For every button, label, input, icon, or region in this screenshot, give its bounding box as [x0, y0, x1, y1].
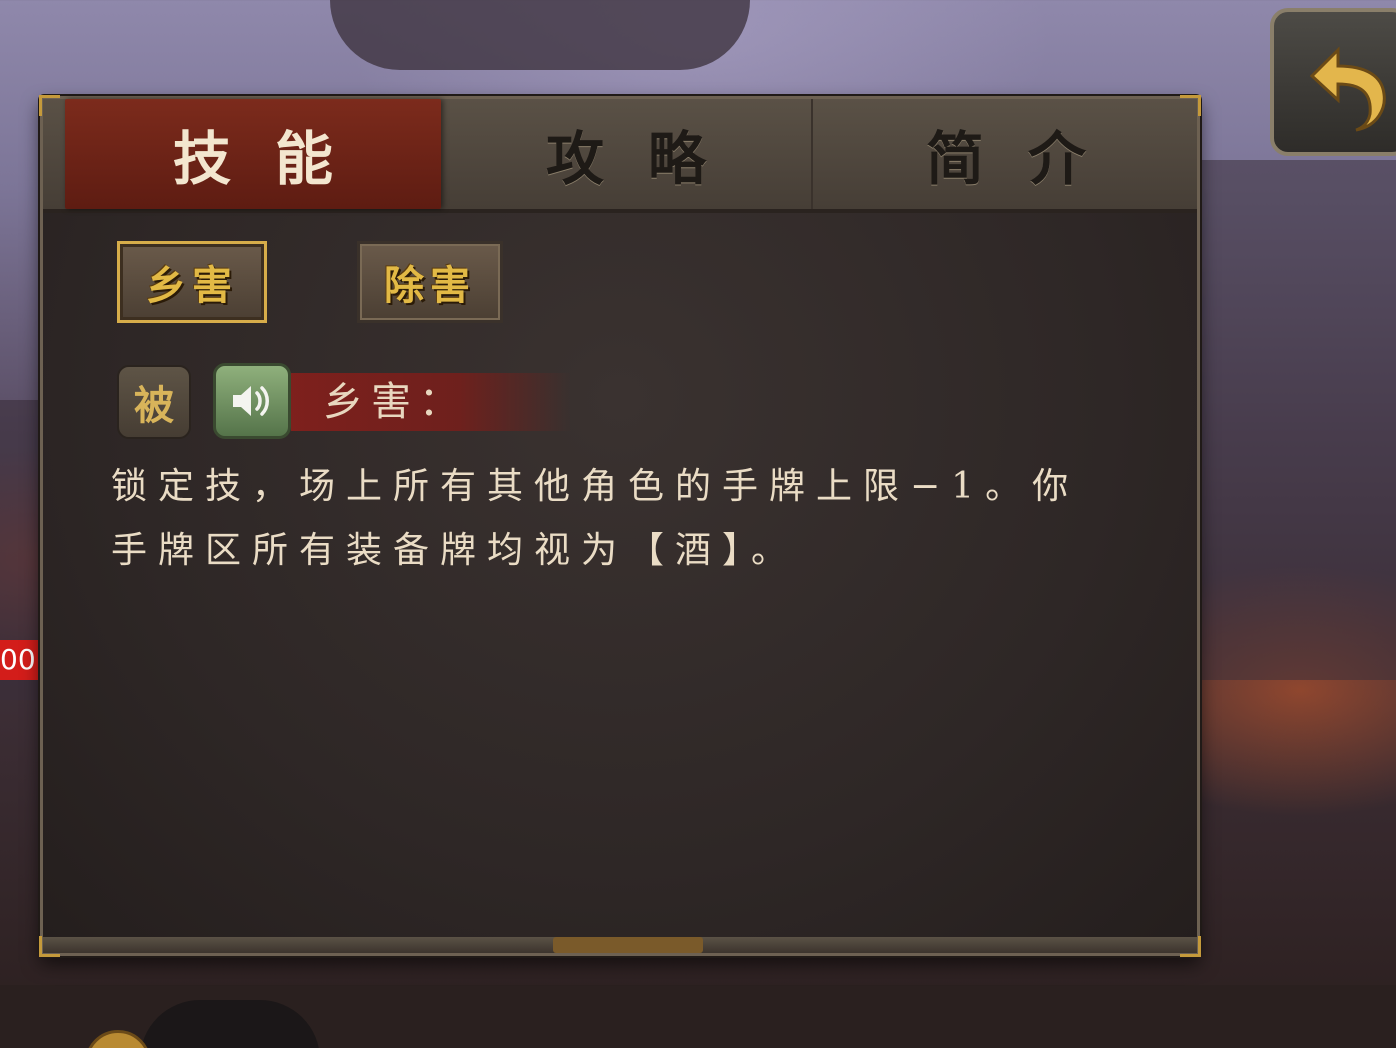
- tab-skill[interactable]: 技能: [65, 99, 441, 209]
- skill-type-badge: 被: [117, 365, 191, 439]
- tab-guide[interactable]: 攻略: [443, 99, 809, 209]
- skill-description: 锁定技，场上所有其他角色的手牌上限−1。你 手牌区所有装备牌均视为【酒】。: [111, 455, 1161, 583]
- skill-button-xianghai[interactable]: 乡害: [117, 241, 267, 323]
- back-button[interactable]: [1270, 8, 1396, 156]
- building-right: [1200, 160, 1396, 680]
- corner-ornament: [1180, 95, 1201, 116]
- speaker-icon: [233, 386, 269, 416]
- tab-intro[interactable]: 简介: [811, 99, 1199, 209]
- panel-bottom-rail: [43, 937, 1197, 953]
- pagoda-roof: [330, 0, 750, 70]
- skill-name: 乡害：: [291, 373, 571, 431]
- corner-ornament: [39, 95, 60, 116]
- voice-button[interactable]: [213, 363, 291, 439]
- skill-panel: 技能 攻略 简介 乡害 除害 被 乡害： 锁定技，场上所有其他角色的手牌上限−1…: [39, 95, 1201, 957]
- rail-ornament: [553, 937, 703, 953]
- tab-bar: 技能 攻略 简介: [43, 99, 1197, 213]
- description-line-1: 锁定技，场上所有其他角色的手牌上限−1。你: [111, 466, 1080, 507]
- back-arrow-icon: [1309, 46, 1386, 132]
- skill-button-chuhai[interactable]: 除害: [357, 241, 503, 323]
- description-line-2: 手牌区所有装备牌均视为【酒】。: [111, 530, 799, 571]
